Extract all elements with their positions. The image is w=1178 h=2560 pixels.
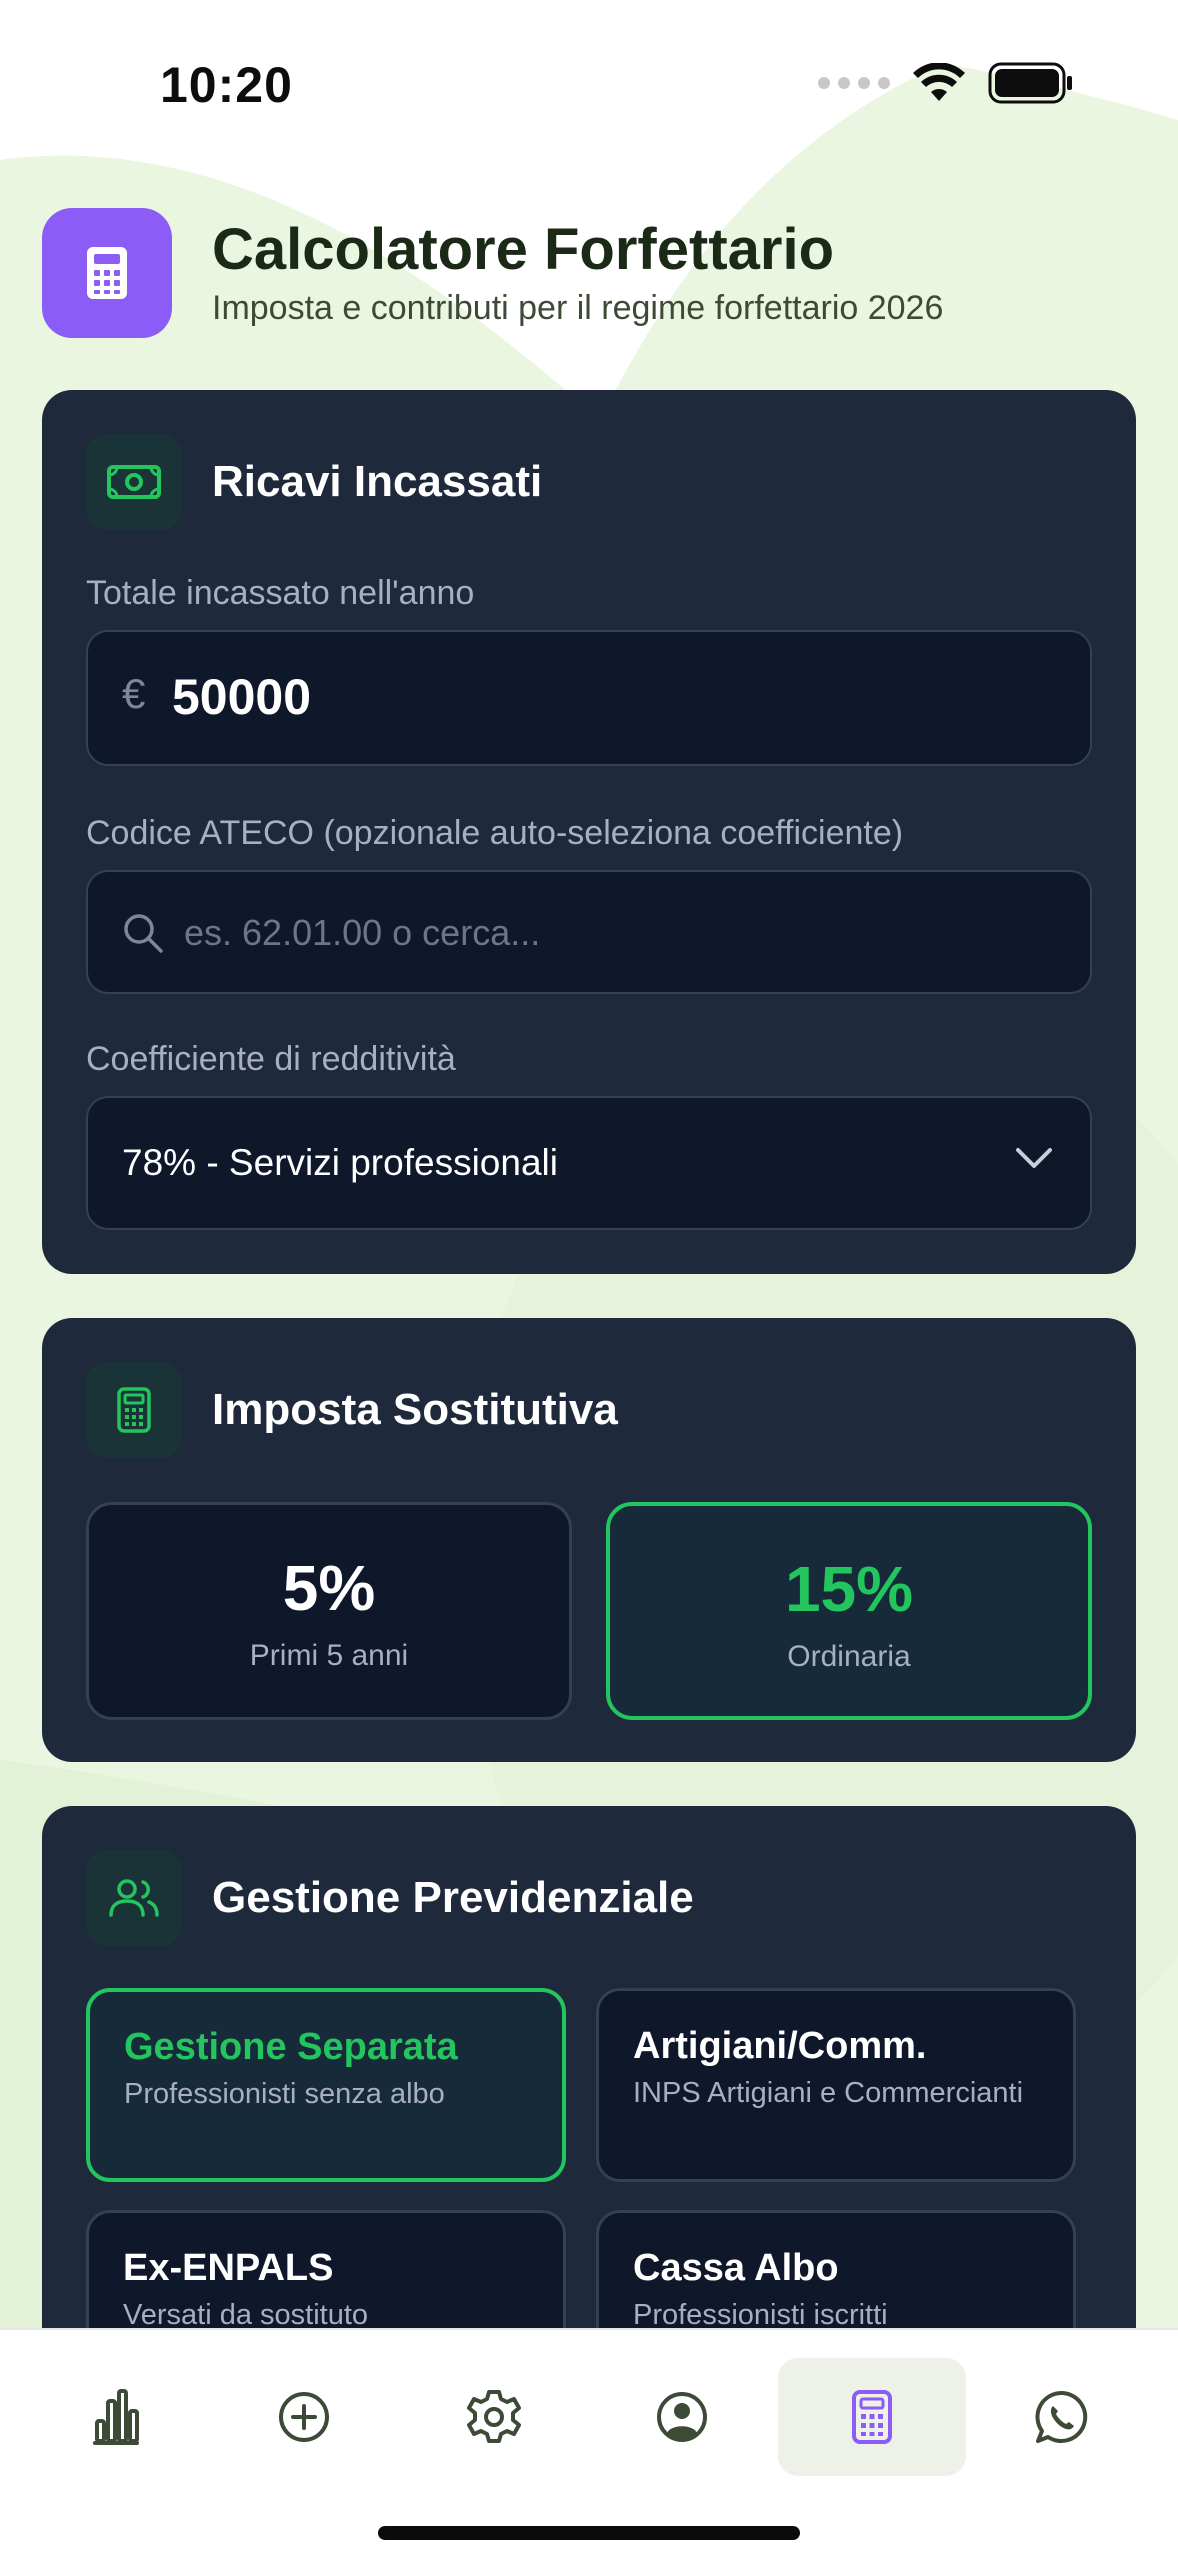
nav-item-whatsapp[interactable] [968,2358,1156,2476]
pension-option-artigiani[interactable]: Artigiani/Comm. INPS Artigiani e Commerc… [596,1988,1076,2182]
card-title: Gestione Previdenziale [212,1873,694,1922]
whatsapp-icon [1035,2390,1088,2443]
tax-rate-description: Ordinaria [787,1640,911,1673]
card-icon-container [86,1362,182,1458]
bar-chart-icon [93,2389,139,2445]
status-time: 10:20 [160,57,293,113]
nav-item-stats[interactable] [22,2358,210,2476]
app-header: Calcolatore Forfettario Imposta e contri… [42,208,943,338]
nav-item-profile[interactable] [588,2358,776,2476]
gear-icon [467,2390,521,2443]
total-amount-value: 50000 [172,669,312,725]
nav-item-settings[interactable] [400,2358,588,2476]
pension-option-title: Ex-ENPALS [123,2247,334,2289]
home-indicator [378,2526,800,2540]
search-icon [124,914,163,953]
card-icon-container [86,434,182,530]
pension-option-gestione-separata[interactable]: Gestione Separata Professionisti senza a… [86,1988,566,2182]
status-bar: 10:20 [0,0,1178,170]
page-title: Calcolatore Forfettario [212,216,834,282]
card-icon-container [86,1850,182,1946]
coefficient-label: Coefficiente di redditività [86,1040,456,1078]
tax-rate-option-5[interactable]: 5% Primi 5 anni [86,1502,572,1720]
card-title: Ricavi Incassati [212,457,543,506]
pension-option-description: INPS Artigiani e Commercianti [633,2077,1024,2109]
coefficient-select[interactable]: 78% - Servizi professionali [86,1096,1092,1230]
tax-rate-description: Primi 5 anni [249,1639,409,1672]
pension-option-description: Professionisti senza albo [124,2078,445,2110]
pension-option-title: Cassa Albo [633,2247,839,2289]
ateco-label: Codice ATECO (opzionale auto-seleziona c… [86,814,904,852]
revenue-card: Ricavi Incassati Totale incassato nell'a… [42,390,1136,1274]
total-label: Totale incassato nell'anno [86,574,475,612]
wifi-icon [913,63,965,101]
page-subtitle: Imposta e contributi per il regime forfe… [212,289,944,328]
users-icon [109,1879,159,1917]
battery-icon [988,62,1072,104]
plus-circle-icon [279,2392,329,2442]
nav-item-calculator[interactable] [778,2358,966,2476]
banknote-icon [107,465,161,499]
card-title: Imposta Sostitutiva [212,1385,618,1434]
status-icons [818,62,1074,104]
total-amount-input[interactable]: € 50000 [86,630,1092,766]
tax-rate-value: 5% [282,1552,376,1624]
calculator-icon [87,247,127,299]
calculator-icon [117,1387,151,1433]
tax-rate-value: 15% [784,1553,914,1625]
chevron-down-icon [1016,1148,1052,1168]
tax-card: Imposta Sostitutiva 5% Primi 5 anni 15% … [42,1318,1136,1762]
calculator-icon [852,2390,892,2444]
ateco-placeholder: es. 62.01.00 o cerca... [184,912,541,953]
currency-symbol: € [122,670,146,717]
bottom-nav [0,2328,1178,2560]
tax-rate-option-15[interactable]: 15% Ordinaria [606,1502,1092,1720]
user-circle-icon [657,2392,707,2442]
app-logo [42,208,172,338]
nav-item-add[interactable] [210,2358,398,2476]
coefficient-value: 78% - Servizi professionali [122,1142,558,1183]
pension-option-title: Artigiani/Comm. [633,2025,927,2067]
cellular-dots-icon [818,77,890,89]
pension-option-title: Gestione Separata [124,2026,458,2068]
ateco-search-input[interactable]: es. 62.01.00 o cerca... [86,870,1092,994]
pension-card: Gestione Previdenziale Gestione Separata… [42,1806,1136,2406]
